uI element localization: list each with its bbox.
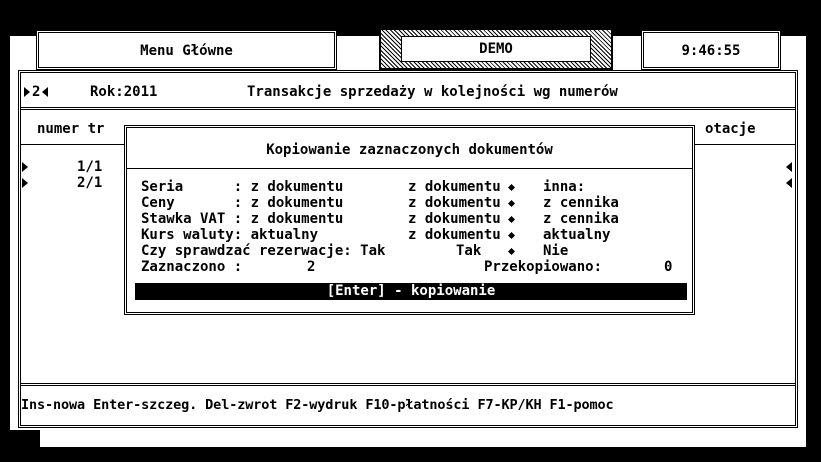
- option-choice[interactable]: z dokumentu: [408, 179, 501, 195]
- row-marker-right-icon: [786, 178, 792, 188]
- selector-icon: [507, 179, 516, 195]
- option-choice-selected[interactable]: aktualny: [543, 227, 610, 243]
- option-choice-selected[interactable]: Nie: [543, 243, 568, 259]
- menu-title-box[interactable]: Menu Główne: [36, 30, 337, 70]
- footer-divider: [21, 383, 795, 386]
- year-label: Rok:2011: [90, 84, 158, 100]
- selected-count-label: Zaznaczono :: [141, 259, 243, 275]
- option-choice-selected[interactable]: z cennika: [543, 195, 619, 211]
- screen-bottom-band: [0, 447, 821, 462]
- screen-lower-left-band: [10, 430, 40, 447]
- page-title: Transakcje sprzedaży w kolejności wg num…: [247, 84, 618, 100]
- header-divider: [21, 144, 126, 145]
- option-label: Czy sprawdzać rezerwacje: Tak: [141, 243, 386, 259]
- column-header-right: otacje: [705, 121, 756, 137]
- header-divider-right: [695, 144, 795, 145]
- screen-left-band: [0, 36, 10, 462]
- row-number: 1/1: [77, 159, 103, 175]
- option-choice[interactable]: z dokumentu: [408, 211, 501, 227]
- nav-marker: 2: [32, 84, 41, 100]
- screen-right-band: [806, 36, 821, 462]
- option-label: Stawka VAT : z dokumentu: [141, 211, 344, 227]
- option-label: Seria : z dokumentu: [141, 179, 344, 195]
- selector-icon: [507, 227, 516, 243]
- clock: 9:46:55: [681, 43, 741, 59]
- company-name: DEMO: [479, 41, 513, 57]
- enter-copy-button[interactable]: [Enter] - kopiowanie: [135, 283, 687, 300]
- row-marker-icon: [22, 162, 28, 172]
- copy-dialog: Kopiowanie zaznaczonych dokumentów Seria…: [124, 125, 695, 315]
- selected-count-value: 2: [307, 259, 316, 275]
- option-label: Ceny : z dokumentu: [141, 195, 344, 211]
- selector-icon: [507, 195, 516, 211]
- option-choice[interactable]: Tak: [456, 243, 481, 259]
- row-number: 2/1: [77, 175, 103, 191]
- nav-right-icon[interactable]: [24, 87, 30, 97]
- dialog-title: Kopiowanie zaznaczonych dokumentów: [266, 142, 553, 158]
- option-choice-selected[interactable]: z cennika: [543, 211, 619, 227]
- option-choice[interactable]: z dokumentu: [408, 195, 501, 211]
- row-marker-icon: [22, 178, 28, 188]
- option-label: Kurs waluty: aktualny: [141, 227, 344, 243]
- menu-title: Menu Główne: [140, 43, 233, 59]
- copied-count-label: Przekopiowano:: [484, 259, 603, 275]
- copied-count-value: 0: [664, 259, 673, 275]
- option-choice[interactable]: z dokumentu: [408, 227, 501, 243]
- company-box: DEMO: [379, 28, 613, 70]
- row-marker-right-icon: [786, 162, 792, 172]
- clock-box: 9:46:55: [641, 30, 781, 70]
- selector-icon: [507, 243, 516, 259]
- dialog-title-divider: [127, 168, 692, 169]
- selector-icon: [507, 211, 516, 227]
- footer-hotkeys: Ins-nowa Enter-szczeg. Del-zwrot F2-wydr…: [21, 397, 614, 413]
- title-divider: [21, 107, 795, 110]
- option-choice-selected[interactable]: inna:: [543, 179, 585, 195]
- column-header-number: numer tr: [37, 121, 105, 137]
- nav-left-icon[interactable]: [42, 87, 48, 97]
